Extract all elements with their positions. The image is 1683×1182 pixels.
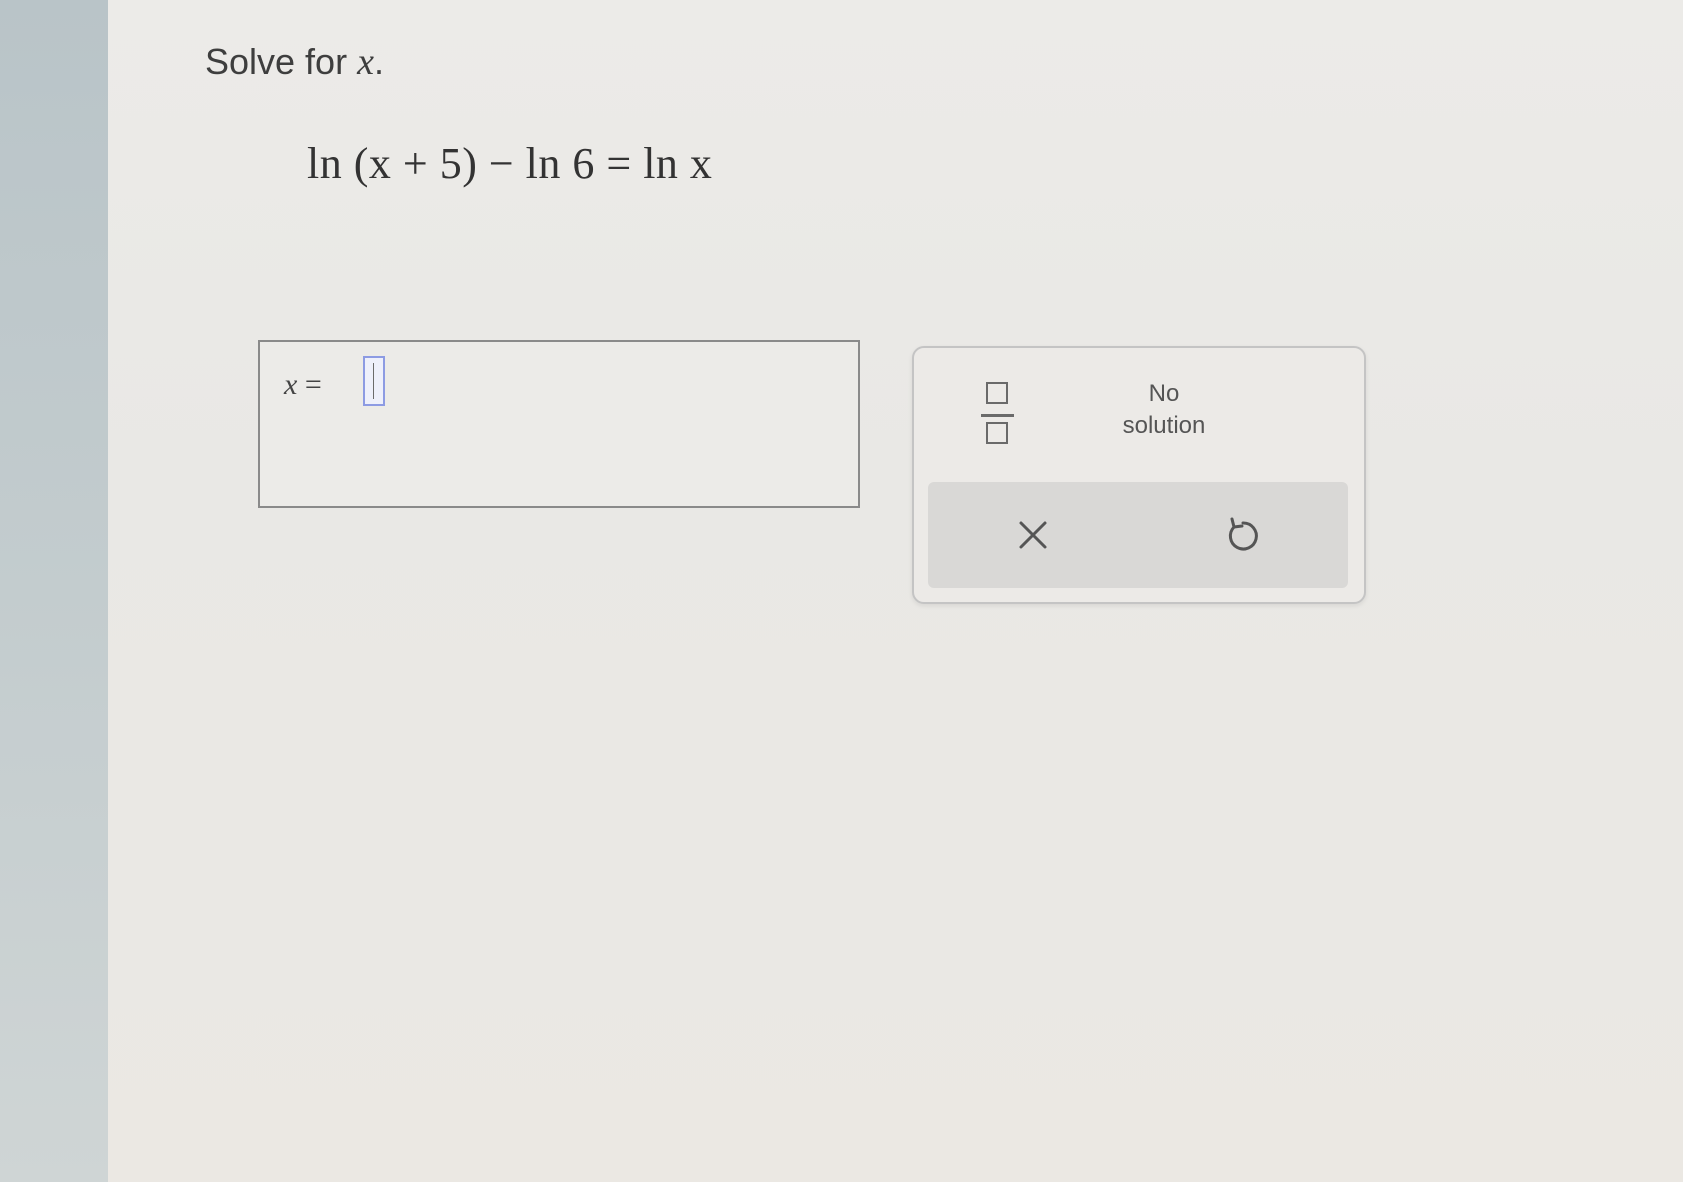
answer-input[interactable]	[363, 356, 385, 406]
no-solution-label-line2: solution	[1122, 412, 1206, 439]
undo-button[interactable]	[1218, 510, 1268, 560]
question-prompt: Solve for x.	[205, 40, 384, 84]
answer-label: x =	[284, 368, 322, 402]
keypad-action-bar	[928, 482, 1348, 588]
close-icon	[1019, 521, 1047, 549]
undo-icon	[1228, 517, 1258, 551]
fraction-numerator-icon	[986, 382, 1008, 404]
no-solution-label-line1: No	[1148, 380, 1180, 407]
fraction-button[interactable]	[974, 378, 1022, 450]
prompt-variable: x	[357, 41, 374, 83]
fraction-bar-icon	[981, 414, 1014, 417]
answer-area: x =	[258, 340, 860, 508]
equation: ln (x + 5) − ln 6 = ln x	[307, 139, 713, 188]
prompt-text: Solve for	[205, 41, 358, 82]
no-solution-button[interactable]: No solution	[1084, 378, 1244, 448]
answer-equals: =	[297, 368, 322, 401]
clear-button[interactable]	[1008, 510, 1058, 560]
fraction-denominator-icon	[986, 422, 1008, 444]
background-strip	[0, 0, 112, 1182]
prompt-end: .	[373, 41, 384, 82]
math-keypad: No solution	[912, 346, 1366, 604]
answer-variable: x	[284, 368, 298, 401]
